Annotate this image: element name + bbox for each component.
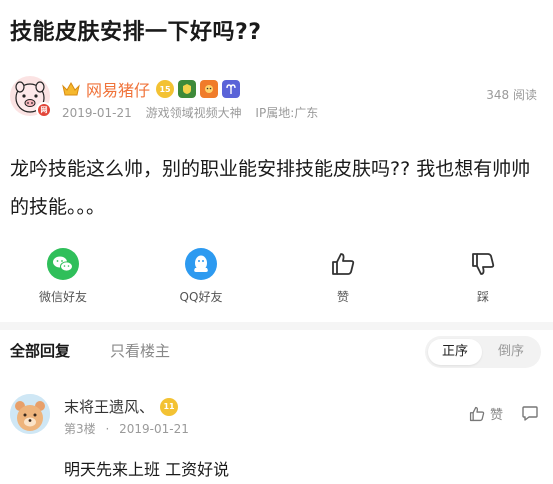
section-divider: [0, 322, 553, 330]
reply-level-badge-icon: 11: [160, 397, 179, 416]
sort-toggle: 正序 倒序: [425, 336, 541, 368]
sort-asc-button[interactable]: 正序: [428, 339, 482, 365]
reply-like-button[interactable]: 赞: [468, 404, 503, 423]
reply-meta-separator: ·: [105, 422, 110, 436]
share-actions: 微信好友 QQ好友 赞 踩: [0, 248, 553, 308]
tab-owner-only[interactable]: 只看楼主: [110, 340, 170, 361]
reply-level-badge-text: 11: [163, 402, 175, 411]
bear-avatar-icon: [10, 394, 50, 434]
reply-like-label: 赞: [489, 408, 503, 423]
author-avatar-badge: 网: [36, 102, 52, 118]
like-button[interactable]: 赞: [298, 248, 388, 305]
reply-text: 明天先来上班 工资好说: [64, 460, 230, 479]
author-name-line: 网易猪仔 15: [62, 78, 244, 100]
level-badge-text: 15: [159, 84, 171, 94]
thumbs-down-icon: [467, 248, 499, 280]
reply-thumbs-up-icon: [469, 406, 485, 421]
reply-meta: 第3楼 · 2019-01-21: [64, 420, 189, 437]
reply-avatar[interactable]: [10, 394, 50, 434]
wechat-icon: [47, 248, 79, 280]
level-badge-icon: 15: [156, 80, 175, 98]
reply-author-name[interactable]: 末将王遗风、: [64, 396, 154, 417]
thumbs-up-icon: [327, 248, 359, 280]
share-wechat-label: 微信好友: [38, 290, 87, 304]
qq-icon: [185, 248, 217, 280]
shield-medal-icon: [178, 80, 197, 98]
share-qq-button[interactable]: QQ好友: [156, 248, 246, 305]
reply-name-row: 末将王遗风、 11: [64, 396, 182, 417]
author-row: 网 网易猪仔 15 2019-01-21 游戏领域视频大神 IP属地:广东 34…: [10, 74, 543, 124]
author-tag: 游戏领域视频大神: [145, 106, 242, 120]
post-title: 技能皮肤安排一下好吗??: [10, 20, 262, 45]
tab-all-replies[interactable]: 全部回复: [10, 340, 70, 361]
replies-header: 全部回复 只看楼主 正序 倒序: [0, 330, 553, 370]
post-date: 2019-01-21: [62, 106, 132, 120]
comment-icon[interactable]: [521, 404, 539, 422]
ip-location: IP属地:广东: [255, 106, 319, 120]
aries-medal-icon: [222, 80, 241, 98]
like-label: 赞: [336, 290, 349, 304]
game-medal-icon: [200, 80, 219, 98]
reply-date: 2019-01-21: [119, 422, 189, 436]
dislike-label: 踩: [476, 290, 489, 304]
post-content: 龙吟技能这么帅，别的职业能安排技能皮肤吗?? 我也想有帅帅的技能。。。: [10, 158, 531, 218]
view-count: 348 阅读: [486, 88, 537, 102]
sort-desc-button[interactable]: 倒序: [484, 339, 538, 365]
author-name[interactable]: 网易猪仔: [86, 77, 150, 101]
crown-icon: [62, 81, 80, 96]
share-qq-label: QQ好友: [179, 290, 223, 304]
dislike-button[interactable]: 踩: [438, 248, 528, 305]
author-meta: 2019-01-21 游戏领域视频大神 IP属地:广东: [62, 104, 328, 121]
reply-floor: 第3楼: [64, 422, 96, 436]
reply-item: 末将王遗风、 11 第3楼 · 2019-01-21 赞 明天先来上班 工资好说: [0, 388, 553, 484]
share-wechat-button[interactable]: 微信好友: [18, 248, 108, 305]
